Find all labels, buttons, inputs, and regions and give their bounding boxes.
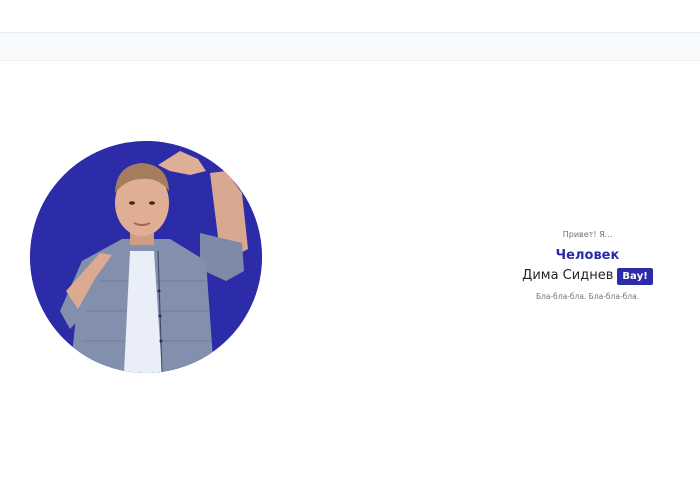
wow-badge: Вау! — [617, 267, 653, 285]
person-photo-avatar — [30, 141, 262, 373]
navbar — [0, 32, 700, 61]
greeting-text: Привет! Я... — [562, 230, 613, 239]
name-row: Дима Сиднев Вау! — [480, 267, 695, 285]
avatar — [30, 141, 262, 373]
intro-block: Привет! Я... Человек Дима Сиднев Вау! Бл… — [480, 229, 695, 302]
person-name: Дима Сиднев — [522, 268, 614, 283]
role-heading: Человек — [555, 248, 620, 263]
tagline-text: Бла-бла-бла. Бла-бла-бла. — [535, 292, 640, 301]
top-strip — [0, 0, 700, 32]
hero-section: Привет! Я... Человек Дима Сиднев Вау! Бл… — [0, 61, 700, 500]
